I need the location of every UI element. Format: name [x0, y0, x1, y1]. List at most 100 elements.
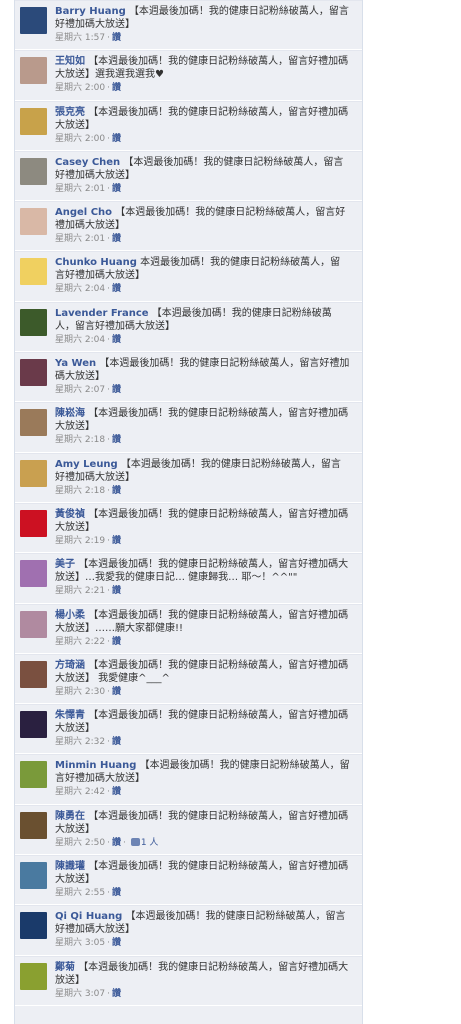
comment-timestamp[interactable]: 星期六 2:19 [55, 536, 105, 546]
comment-author-link[interactable]: Casey Chen [55, 157, 120, 168]
like-link[interactable]: 讚 [112, 787, 121, 797]
comment-timestamp[interactable]: 星期六 2:55 [55, 888, 105, 898]
comment-timestamp[interactable]: 星期六 2:21 [55, 586, 105, 596]
like-link[interactable]: 讚 [112, 938, 121, 948]
comment-author-link[interactable]: Qi Qi Huang [55, 911, 122, 922]
comment-author-link[interactable]: Minmin Huang [55, 760, 136, 771]
comment-author-link[interactable]: 黃俊禎 [55, 509, 85, 520]
like-link[interactable]: 讚 [112, 335, 121, 345]
commenter-avatar[interactable] [20, 359, 47, 387]
comment-timestamp[interactable]: 星期六 2:00 [55, 134, 105, 144]
comment-timestamp[interactable]: 星期六 3:05 [55, 938, 105, 948]
like-link[interactable]: 讚 [112, 838, 121, 848]
comment-timestamp[interactable]: 星期六 2:07 [55, 385, 105, 395]
comment-author-link[interactable]: Lavender France [55, 308, 149, 319]
comment-meta: 星期六 2:30 · 讚 [55, 686, 350, 699]
comment-author-link[interactable]: 陳勇在 [55, 811, 85, 822]
comment-author-link[interactable]: Chunko Huang [55, 257, 137, 268]
like-link[interactable]: 讚 [112, 284, 121, 294]
commenter-avatar[interactable] [20, 409, 47, 437]
comment-author-link[interactable]: 王知如 [55, 56, 85, 67]
comment-meta: 星期六 2:04 · 讚 [55, 283, 350, 296]
commenter-avatar[interactable] [20, 459, 47, 487]
like-link[interactable]: 讚 [112, 83, 121, 93]
like-count[interactable]: 1 人 [130, 837, 159, 848]
commenter-avatar[interactable] [20, 962, 47, 990]
comment-timestamp[interactable]: 星期六 2:42 [55, 787, 105, 797]
commenter-avatar[interactable] [20, 912, 47, 940]
thumbs-up-icon [130, 837, 140, 846]
like-link[interactable]: 讚 [112, 33, 121, 43]
like-link[interactable]: 讚 [112, 385, 121, 395]
comment-body: 陳識瓘 【本週最後加碼！我的健康日記粉絲破萬人，留言好禮加碼大放送】 星期六 2:… [55, 860, 350, 900]
commenter-avatar[interactable] [20, 560, 47, 588]
like-count-label: 1 人 [140, 837, 159, 848]
comment-timestamp[interactable]: 星期六 2:01 [55, 184, 105, 194]
comment-author-link[interactable]: 張克亮 [55, 107, 85, 118]
like-link[interactable]: 讚 [112, 737, 121, 747]
comment-author-link[interactable]: 美子 [55, 559, 75, 570]
comment-item: Amy Leung 【本週最後加碼！我的健康日記粉絲破萬人，留言好禮加碼大放送】… [15, 452, 362, 503]
like-link[interactable]: 讚 [112, 687, 121, 697]
like-link[interactable]: 讚 [112, 989, 121, 999]
comment-author-link[interactable]: Barry Huang [55, 6, 126, 17]
comment-body: Barry Huang 【本週最後加碼！我的健康日記粉絲破萬人，留言好禮加碼大放… [55, 5, 350, 45]
like-link[interactable]: 讚 [112, 888, 121, 898]
like-link[interactable]: 讚 [112, 637, 121, 647]
comment-author-link[interactable]: 陳識瓘 [55, 861, 85, 872]
commenter-avatar[interactable] [20, 57, 47, 85]
like-link[interactable]: 讚 [112, 234, 121, 244]
comment-timestamp[interactable]: 星期六 2:32 [55, 737, 105, 747]
comment-timestamp[interactable]: 星期六 2:04 [55, 335, 105, 345]
comment-item: 張克亮 【本週最後加碼！我的健康日記粉絲破萬人，留言好禮加碼大放送】 星期六 2:… [15, 100, 362, 151]
comment-timestamp[interactable]: 星期六 2:18 [55, 486, 105, 496]
comment-author-link[interactable]: 楊小柔 [55, 610, 85, 621]
comment-timestamp[interactable]: 星期六 2:50 [55, 838, 105, 848]
like-link[interactable]: 讚 [112, 536, 121, 546]
comment-timestamp[interactable]: 星期六 3:07 [55, 989, 105, 999]
meta-separator: · [107, 83, 110, 94]
comment-author-link[interactable]: Angel Cho [55, 207, 112, 218]
commenter-avatar[interactable] [20, 208, 47, 236]
commenter-avatar[interactable] [20, 157, 47, 185]
comment-body: Ya Wen 【本週最後加碼！我的健康日記粉絲破萬人，留言好禮加碼大放送】 星期六… [55, 357, 350, 397]
commenter-avatar[interactable] [20, 761, 47, 789]
commenter-avatar[interactable] [20, 862, 47, 890]
commenter-avatar[interactable] [20, 7, 47, 34]
comment-timestamp[interactable]: 星期六 2:01 [55, 234, 105, 244]
like-link[interactable]: 讚 [112, 586, 121, 596]
comment-timestamp[interactable]: 星期六 2:00 [55, 83, 105, 93]
comment-author-link[interactable]: 朱懌青 [55, 710, 85, 721]
like-link[interactable]: 讚 [112, 134, 121, 144]
comment-timestamp[interactable]: 星期六 2:22 [55, 637, 105, 647]
like-link[interactable]: 讚 [112, 486, 121, 496]
commenter-avatar[interactable] [20, 509, 47, 537]
comment-meta: 星期六 3:05 · 讚 [55, 937, 350, 950]
comment-body: 方琦涵 【本週最後加碼！我的健康日記粉絲破萬人，留言好禮加碼大放送】 我愛健康^… [55, 659, 350, 699]
comment-meta: 星期六 2:01 · 讚 [55, 183, 350, 196]
comment-author-link[interactable]: 陳崧海 [55, 408, 85, 419]
commenter-avatar[interactable] [20, 660, 47, 688]
commenter-avatar[interactable] [20, 610, 47, 638]
comment-timestamp[interactable]: 星期六 1:57 [55, 33, 105, 43]
commenter-avatar[interactable] [20, 811, 47, 839]
commenter-avatar[interactable] [20, 711, 47, 739]
comment-author-link[interactable]: Ya Wen [55, 358, 96, 369]
comment-item: 方琦涵 【本週最後加碼！我的健康日記粉絲破萬人，留言好禮加碼大放送】 我愛健康^… [15, 653, 362, 705]
comment-timestamp[interactable]: 星期六 2:18 [55, 435, 105, 445]
commenter-avatar[interactable] [20, 308, 47, 336]
meta-separator: · [107, 586, 110, 597]
comment-meta: 星期六 2:21 · 讚 [55, 585, 350, 598]
comment-author-link[interactable]: Amy Leung [55, 459, 118, 470]
comment-text: 【本週最後加碼！我的健康日記粉絲破萬人，留言好禮加碼大放送】……願大家都健康!! [55, 609, 349, 634]
comment-meta: 星期六 2:07 · 讚 [55, 384, 350, 397]
comment-timestamp[interactable]: 星期六 2:30 [55, 687, 105, 697]
commenter-avatar[interactable] [20, 107, 47, 135]
commenter-avatar[interactable] [20, 258, 47, 286]
like-link[interactable]: 讚 [112, 435, 121, 445]
like-link[interactable]: 讚 [112, 184, 121, 194]
comment-body: 張克亮 【本週最後加碼！我的健康日記粉絲破萬人，留言好禮加碼大放送】 星期六 2:… [55, 106, 350, 146]
comment-author-link[interactable]: 鄭菊 [55, 962, 75, 973]
comment-timestamp[interactable]: 星期六 2:04 [55, 284, 105, 294]
comment-author-link[interactable]: 方琦涵 [55, 660, 85, 671]
